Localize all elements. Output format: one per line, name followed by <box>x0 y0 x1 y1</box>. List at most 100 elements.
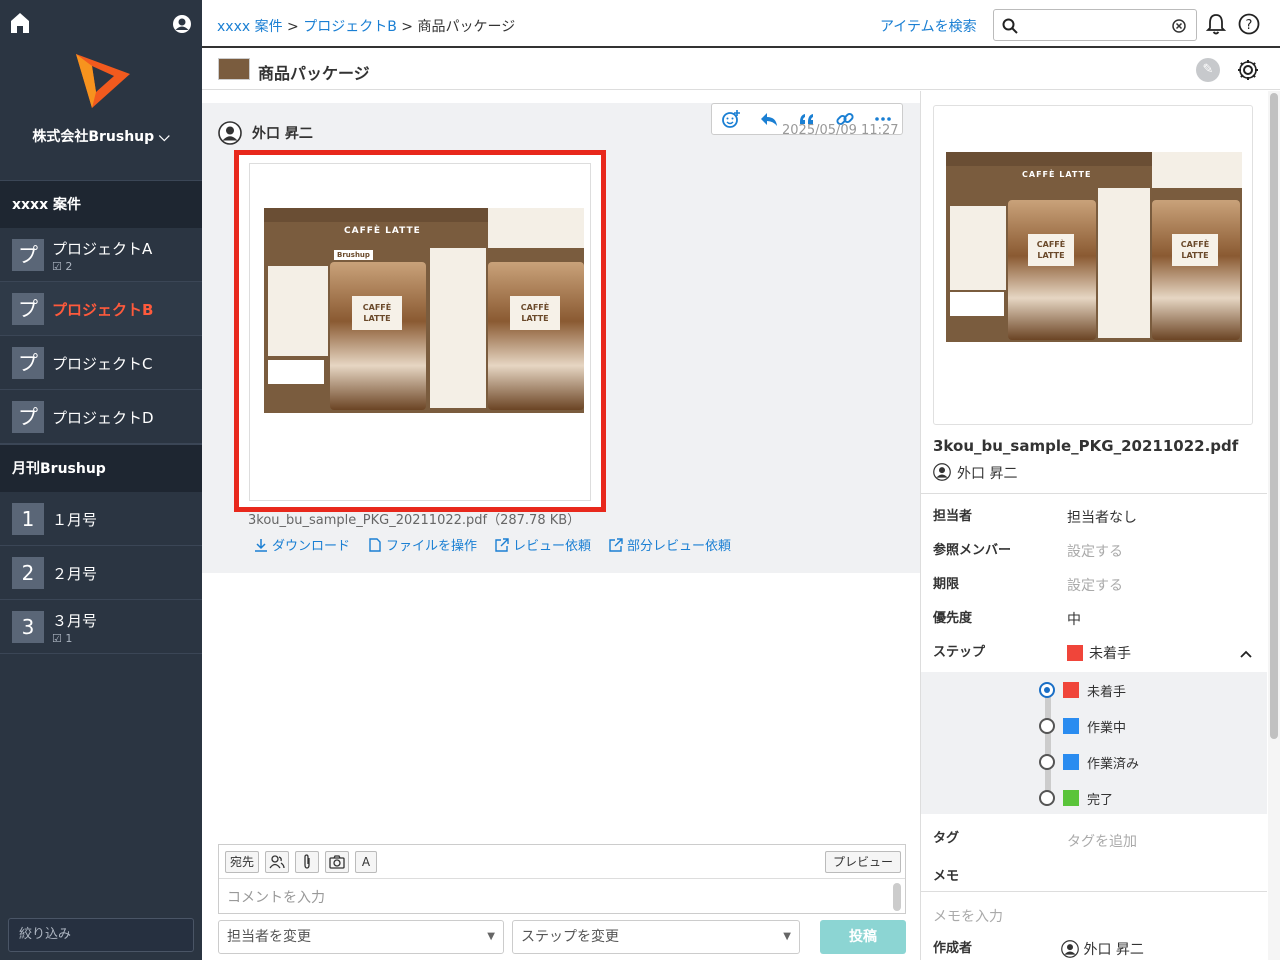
package-artwork: CAFFÈ LATTE Brushup CAFFÈ LATTE CAFFÈ LA… <box>264 208 584 413</box>
download-link[interactable]: ダウンロード <box>254 535 350 554</box>
breadcrumb: xxxx 案件 > プロジェクトB > 商品パッケージ <box>217 16 515 36</box>
search-icon <box>1002 18 1018 34</box>
assignee-select[interactable]: 担当者を変更 ▼ <box>218 920 504 954</box>
members-label: 参照メンバー <box>933 543 1012 558</box>
submit-button[interactable]: 投稿 <box>820 920 906 954</box>
dropdown-caret-icon: ▼ <box>487 931 495 942</box>
cup-label: CAFFÈ LATTE <box>352 296 402 330</box>
step-option[interactable]: 作業済み <box>1039 752 1139 772</box>
task-count-badge: ☑ 1 <box>52 632 73 645</box>
sidebar-item-project-c[interactable]: プ プロジェクトC <box>0 336 202 390</box>
assignee-label: 担当者 <box>933 509 973 524</box>
scrollbar-thumb[interactable] <box>1270 93 1278 739</box>
members-value[interactable]: 設定する <box>1067 541 1123 561</box>
radio-icon <box>1039 682 1055 698</box>
comment-composer: 宛先 A プレビュー コメントを入力 <box>218 844 906 914</box>
sidebar-item-march[interactable]: 3 ３月号 ☑ 1 <box>0 600 202 654</box>
external-link-icon <box>495 537 509 552</box>
company-switcher[interactable]: 株式会社Brushup ⌵ <box>0 126 202 146</box>
partial-review-request-link[interactable]: 部分レビュー依頼 <box>609 535 731 554</box>
cup-label: CAFFÈ LATTE <box>510 296 560 330</box>
memo-input[interactable]: メモを入力 <box>933 906 1003 926</box>
user-avatar-icon <box>1061 940 1079 958</box>
reply-icon[interactable] <box>757 107 781 131</box>
chevron-up-icon[interactable] <box>1239 649 1253 659</box>
status-swatch <box>1063 790 1079 806</box>
issue-number-icon: 2 <box>12 557 44 589</box>
post-author[interactable]: 外口 昇二 <box>252 123 313 143</box>
pdf-page-preview: CAFFÈ LATTE Brushup CAFFÈ LATTE CAFFÈ LA… <box>249 163 591 501</box>
external-link-icon <box>609 537 623 552</box>
divider <box>921 493 1267 494</box>
sidebar-item-project-d[interactable]: プ プロジェクトD <box>0 390 202 444</box>
sidebar-item-project-a[interactable]: プ プロジェクトA ☑ 2 <box>0 228 202 282</box>
filter-input[interactable]: 絞り込み <box>8 918 194 952</box>
gear-icon[interactable] <box>1236 58 1260 82</box>
assignee-select-value: 担当者を変更 <box>227 929 311 945</box>
item-search-link[interactable]: アイテムを検索 <box>880 16 977 36</box>
attach-icon[interactable] <box>295 851 319 873</box>
package-artwork: CAFFÈ LATTE CAFFÈ LATTE CAFFÈ LATTE <box>946 152 1242 342</box>
file-thumbnail[interactable]: CAFFÈ LATTE CAFFÈ LATTE CAFFÈ LATTE <box>933 105 1253 425</box>
creator-label: 作成者 <box>933 941 973 956</box>
memo-label: メモ <box>933 869 960 884</box>
step-option[interactable]: 未着手 <box>1039 680 1126 700</box>
step-option[interactable]: 完了 <box>1039 788 1113 808</box>
panel-scrollbar[interactable] <box>1268 91 1280 960</box>
home-icon[interactable] <box>10 12 30 34</box>
task-count-badge: ☑ 2 <box>52 260 73 273</box>
action-label: ダウンロード <box>272 539 351 554</box>
attachment-filename: 3kou_bu_sample_PKG_20211022.pdf（287.78 K… <box>248 513 581 528</box>
page-title: 商品パッケージ <box>258 64 370 83</box>
sidebar-item-label: プロジェクトC <box>52 355 153 373</box>
camera-icon[interactable] <box>325 851 349 873</box>
cup-label: CAFFÈ LATTE <box>1172 234 1218 266</box>
group-title[interactable]: 月刊Brushup <box>0 444 202 492</box>
sidebar-item-january[interactable]: 1 １月号 <box>0 492 202 546</box>
group-title[interactable]: xxxx 案件 <box>0 180 202 228</box>
file-preview-highlighted[interactable]: CAFFÈ LATTE Brushup CAFFÈ LATTE CAFFÈ LA… <box>234 150 606 512</box>
step-option[interactable]: 作業中 <box>1039 716 1126 736</box>
project-icon: プ <box>12 401 44 433</box>
action-label: ファイルを操作 <box>386 539 478 554</box>
due-value[interactable]: 設定する <box>1067 575 1123 595</box>
download-icon <box>255 538 267 552</box>
package-title: CAFFÈ LATTE <box>1022 170 1092 179</box>
help-icon[interactable]: ? <box>1238 13 1260 35</box>
sidebar-item-february[interactable]: 2 ２月号 <box>0 546 202 600</box>
project-icon: プ <box>12 293 44 325</box>
breadcrumb-link-project[interactable]: プロジェクトB <box>303 19 397 35</box>
composer-scrollbar[interactable] <box>893 883 901 911</box>
font-style-button[interactable]: A <box>355 851 377 873</box>
step-options: 未着手 作業中 作業済み 完了 <box>921 672 1267 814</box>
action-label: 部分レビュー依頼 <box>627 539 732 554</box>
file-owner[interactable]: 外口 昇二 <box>957 463 1017 483</box>
tag-value[interactable]: タグを追加 <box>1067 831 1137 851</box>
mention-users-icon[interactable] <box>265 851 289 873</box>
account-icon[interactable] <box>172 14 192 34</box>
step-select[interactable]: ステップを変更 ▼ <box>512 920 800 954</box>
breadcrumb-link-group[interactable]: xxxx 案件 <box>217 19 283 35</box>
add-reaction-icon[interactable] <box>719 107 743 131</box>
sidebar-item-project-b[interactable]: プ プロジェクトB <box>0 282 202 336</box>
search-input[interactable] <box>1020 16 1170 36</box>
comment-input[interactable]: コメントを入力 <box>227 887 325 907</box>
preview-button[interactable]: プレビュー <box>825 851 901 873</box>
step-select-value: ステップを変更 <box>521 929 619 945</box>
priority-value[interactable]: 中 <box>1067 609 1081 629</box>
post-card: 外口 昇二 2025/05/09 11:27 CAFFÈ LATTE Brush… <box>202 103 920 573</box>
package-title: CAFFÈ LATTE <box>344 226 421 236</box>
radio-icon <box>1039 718 1055 734</box>
file-operation-link[interactable]: ファイルを操作 <box>368 535 477 554</box>
clear-icon[interactable] <box>1172 19 1186 33</box>
pin-icon[interactable]: ✎ <box>1196 58 1220 82</box>
creator-value[interactable]: 外口 昇二 <box>1061 939 1144 959</box>
assignee-value[interactable]: 担当者なし <box>1067 507 1137 527</box>
item-title-bar: 商品パッケージ ✎ <box>202 50 1280 90</box>
review-request-link[interactable]: レビュー依頼 <box>495 535 591 554</box>
sidebar-item-label: プロジェクトD <box>52 409 154 427</box>
step-value[interactable]: 未着手 <box>1067 643 1131 663</box>
to-button[interactable]: 宛先 <box>225 851 259 873</box>
notification-bell-icon[interactable] <box>1205 13 1227 35</box>
composer-toolbar: 宛先 A プレビュー <box>219 845 905 879</box>
